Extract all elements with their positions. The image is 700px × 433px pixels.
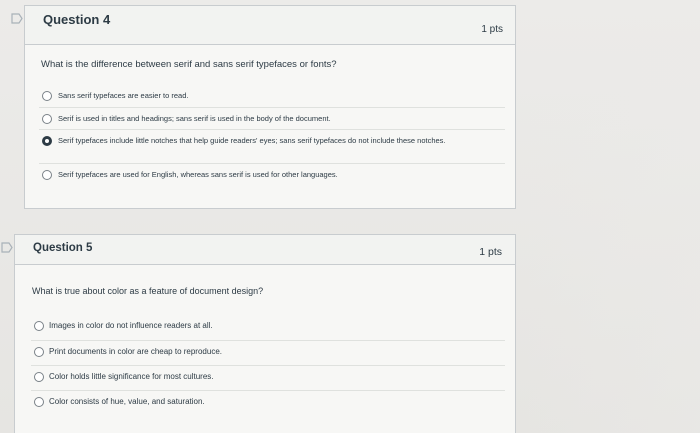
question-points: 1 pts	[479, 246, 502, 258]
answer-option[interactable]: Serif is used in titles and headings; sa…	[39, 107, 505, 129]
radio-button[interactable]	[42, 114, 52, 124]
question-header: Question 5 1 pts	[15, 235, 515, 265]
quiz-page: Question 4 1 pts What is the difference …	[0, 0, 700, 433]
answer-label: Color holds little significance for most…	[49, 372, 214, 381]
question-title: Question 4	[43, 12, 111, 27]
answer-label: Sans serif typefaces are easier to read.	[58, 91, 189, 100]
question-points: 1 pts	[481, 24, 503, 35]
question-4-card: Question 4 1 pts What is the difference …	[24, 5, 516, 209]
photo-vignette	[520, 0, 700, 433]
answer-option[interactable]: Images in color do not influence readers…	[31, 315, 505, 340]
question-text: What is the difference between serif and…	[41, 59, 337, 70]
answer-option[interactable]: Serif typefaces are used for English, wh…	[39, 163, 505, 185]
answer-label: Print documents in color are cheap to re…	[49, 347, 222, 356]
radio-button-selected[interactable]	[42, 136, 52, 146]
answer-list: Images in color do not influence readers…	[31, 315, 505, 415]
answer-label: Color consists of hue, value, and satura…	[49, 397, 205, 406]
flag-icon[interactable]	[10, 12, 24, 24]
question-title: Question 5	[33, 242, 93, 254]
answer-option[interactable]: Sans serif typefaces are easier to read.	[39, 85, 505, 107]
answer-label: Serif typefaces are used for English, wh…	[58, 170, 338, 179]
radio-button[interactable]	[34, 347, 44, 357]
question-5-card: Question 5 1 pts What is true about colo…	[14, 234, 516, 433]
answer-label: Images in color do not influence readers…	[49, 321, 213, 330]
radio-button[interactable]	[42, 91, 52, 101]
answer-label: Serif typefaces include little notches t…	[58, 136, 446, 145]
radio-button[interactable]	[34, 321, 44, 331]
answer-option[interactable]: Color holds little significance for most…	[31, 365, 505, 390]
answer-option[interactable]: Color consists of hue, value, and satura…	[31, 390, 505, 415]
flag-icon[interactable]	[0, 241, 14, 253]
answer-option[interactable]: Print documents in color are cheap to re…	[31, 340, 505, 365]
answer-label: Serif is used in titles and headings; sa…	[58, 114, 331, 123]
answer-option[interactable]: Serif typefaces include little notches t…	[39, 129, 505, 163]
question-text: What is true about color as a feature of…	[32, 286, 264, 296]
radio-button[interactable]	[34, 397, 44, 407]
question-header: Question 4 1 pts	[25, 6, 515, 45]
radio-button[interactable]	[42, 170, 52, 180]
radio-button[interactable]	[34, 372, 44, 382]
answer-list: Sans serif typefaces are easier to read.…	[39, 85, 505, 185]
